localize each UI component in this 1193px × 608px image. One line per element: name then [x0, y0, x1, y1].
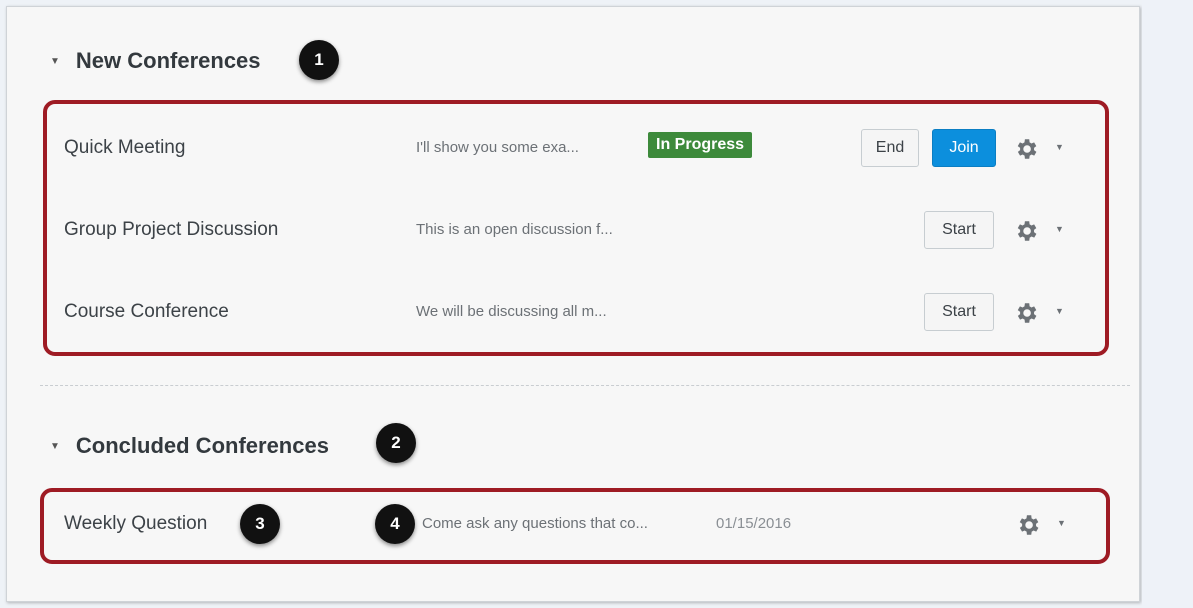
section-divider: [40, 385, 1130, 386]
conference-title[interactable]: Course Conference: [64, 301, 229, 323]
gear-icon[interactable]: [1013, 136, 1039, 162]
conference-description: We will be discussing all m...: [416, 303, 607, 320]
conference-description: Come ask any questions that co...: [422, 515, 648, 532]
callout-badge-3: 3: [240, 504, 280, 544]
new-conferences-header[interactable]: ▼ New Conferences: [50, 48, 261, 74]
concluded-conferences-header[interactable]: ▼ Concluded Conferences: [50, 433, 329, 459]
conference-description: This is an open discussion f...: [416, 221, 613, 238]
conference-row-course-conference: Course Conference We will be discussing …: [64, 293, 1084, 333]
caret-down-icon[interactable]: ▼: [1057, 518, 1066, 528]
callout-badge-2: 2: [376, 423, 416, 463]
collapse-caret-icon[interactable]: ▼: [50, 441, 60, 452]
gear-icon[interactable]: [1015, 512, 1041, 538]
in-progress-badge: In Progress: [648, 132, 753, 158]
collapse-caret-icon[interactable]: ▼: [50, 56, 60, 67]
conference-row-weekly-question: Weekly Question 3 4 Come ask any questio…: [64, 504, 1084, 545]
end-button[interactable]: End: [861, 129, 919, 167]
conference-title[interactable]: Quick Meeting: [64, 137, 185, 159]
concluded-conferences-title: Concluded Conferences: [75, 433, 329, 458]
conference-title[interactable]: Weekly Question: [64, 513, 207, 535]
caret-down-icon[interactable]: ▼: [1055, 142, 1064, 152]
join-button[interactable]: Join: [932, 129, 996, 167]
caret-down-icon[interactable]: ▼: [1055, 306, 1064, 316]
callout-badge-1: 1: [299, 40, 339, 80]
start-button[interactable]: Start: [924, 293, 994, 331]
new-conferences-title: New Conferences: [75, 48, 261, 73]
gear-icon[interactable]: [1013, 218, 1039, 244]
conference-title[interactable]: Group Project Discussion: [64, 219, 278, 241]
conference-row-group-project: Group Project Discussion This is an open…: [64, 211, 1084, 251]
start-button[interactable]: Start: [924, 211, 994, 249]
conference-date: 01/15/2016: [716, 515, 792, 532]
callout-badge-4: 4: [375, 504, 415, 544]
conference-row-quick-meeting: Quick Meeting I'll show you some exa... …: [64, 129, 1084, 169]
conference-description: I'll show you some exa...: [416, 139, 579, 156]
right-sidebar-strip: [1142, 0, 1193, 608]
gear-icon[interactable]: [1013, 300, 1039, 326]
caret-down-icon[interactable]: ▼: [1055, 224, 1064, 234]
